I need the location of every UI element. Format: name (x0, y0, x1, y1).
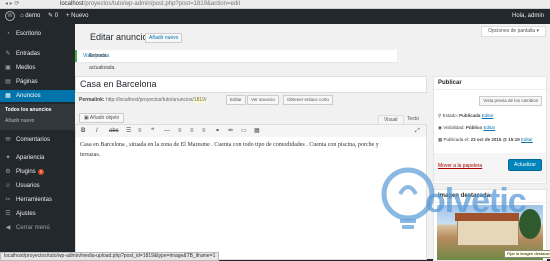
tools-icon: ✂ (5, 197, 11, 203)
status-edit-link[interactable]: Editar (482, 113, 494, 118)
align-center-icon[interactable]: ≡ (190, 125, 194, 137)
add-media-icon: ▣ (84, 115, 89, 121)
comments-icon: ✉ (5, 137, 11, 143)
site-name-link[interactable]: ⌂ demo (20, 9, 40, 24)
sidebar-item-escritorio[interactable]: ◔ Escritorio (0, 28, 75, 40)
preview-changes-button[interactable]: Vista previa de los cambios (479, 96, 542, 106)
visibility-row: ◉ Visibilidad: Público Editar (438, 125, 496, 130)
numbered-list-icon[interactable]: ≡ (138, 125, 142, 137)
appearance-icon: ✦ (5, 155, 11, 161)
sidebar-item-herramientas[interactable]: ✂ Herramientas (0, 194, 75, 206)
post-content-editor[interactable]: Casa en Barcelona , situada en la zona d… (75, 137, 427, 260)
new-content-link[interactable]: + Nuevo (66, 9, 89, 24)
calendar-icon: ▦ (438, 137, 443, 142)
add-new-button[interactable]: Añadir nuevo (145, 33, 183, 43)
insert-link-icon[interactable]: ⚭ (215, 125, 220, 137)
pushpin-icon: ✎ (5, 51, 11, 57)
main-content: Opciones de pantalla ▾ Editar anuncio Añ… (75, 24, 550, 261)
watermark-logo: olvetic (380, 164, 550, 241)
submenu-anadir-nuevo[interactable]: Añadir nuevo (5, 118, 34, 124)
permalink-row: Permalink: http://localhost/proyectos/tu… (79, 97, 207, 103)
sidebar-item-plugins[interactable]: ⚙ Plugins 3 (0, 166, 75, 178)
post-title-input[interactable]: Casa en Barcelona (75, 76, 427, 93)
blockquote-icon[interactable]: ❝ (151, 125, 154, 137)
sidebar-item-entradas[interactable]: ✎ Entradas (0, 48, 75, 60)
wordpress-logo-icon[interactable]: W (5, 9, 15, 24)
plugins-icon: ⚙ (5, 169, 11, 175)
user-greeting[interactable]: Hola, admin (512, 9, 544, 24)
browser-nav-icons[interactable]: ◂ ▸ ⟳ (5, 0, 19, 8)
dashboard-icon: ◔ (6, 31, 10, 37)
update-notice: Entrada actualizada. Vista previa (75, 50, 397, 71)
permalink-url[interactable]: http://localhost/proyectos/tuto/anuncios… (106, 97, 206, 103)
sidebar-item-medios[interactable]: ▣ Medios (0, 62, 75, 74)
fullscreen-icon[interactable]: ⤢ (415, 125, 420, 137)
remove-link-icon[interactable]: ⚮ (228, 125, 233, 137)
bullet-list-icon[interactable]: ☰ (126, 125, 131, 137)
collapse-icon: ◀ (5, 225, 11, 231)
media-icon: ▣ (5, 65, 11, 71)
comments-count-link[interactable]: ✎ 0 (48, 9, 58, 24)
strikethrough-icon[interactable]: abc (109, 125, 119, 137)
admin-sidebar: ◔ Escritorio ✎ Entradas ▣ Medios ▤ Páginas ▦… (0, 24, 75, 259)
sidebar-item-anuncios[interactable]: ▦ Anuncios (0, 90, 75, 102)
browser-url-bar: ◂ ▸ ⟳ localhost/proyectos/tuto/wp-admin/… (0, 0, 550, 9)
visibility-eye-icon: ◉ (438, 125, 442, 130)
set-featured-image-tooltip: Fijar la imagen destacada (504, 250, 550, 258)
page-title: Editar anuncio (90, 32, 148, 42)
sidebar-item-paginas[interactable]: ▤ Páginas (0, 76, 75, 88)
date-edit-link[interactable]: Editar (521, 137, 533, 142)
submenu-todos-los-anuncios[interactable]: Todos los anuncios (5, 107, 52, 113)
read-more-icon[interactable]: ▭ (241, 125, 247, 137)
sidebar-item-comentarios[interactable]: ✉ Comentarios (0, 134, 75, 146)
sidebar-item-ajustes[interactable]: ☰ Ajustes (0, 208, 75, 220)
status-row: ⚲ Estado: Publicada Editar (438, 113, 494, 118)
visibility-edit-link[interactable]: Editar (483, 125, 495, 130)
align-left-icon[interactable]: ≡ (178, 125, 182, 137)
watermark-text: olvetic (425, 182, 527, 220)
tab-text[interactable]: Texto (402, 115, 424, 124)
screen-options-button[interactable]: Opciones de pantalla ▾ (481, 26, 546, 37)
italic-icon[interactable]: I (96, 125, 98, 137)
admin-bar: W ⌂ demo ✎ 0 + Nuevo Hola, admin (0, 9, 550, 24)
browser-status-bar: localhost/proyectos/tuto/wp-admin/media-… (0, 252, 220, 261)
publish-box-title: Publicar (434, 77, 546, 90)
permalink-edit-button[interactable]: Editar (226, 95, 246, 105)
plugins-update-badge: 3 (37, 169, 44, 175)
status-pin-icon: ⚲ (438, 113, 442, 118)
sidebar-collapse-menu[interactable]: ◀ Cerrar menú (0, 222, 75, 234)
editor-toolbar: B I abc ☰ ≡ ❝ — ≡ ≡ ≡ ⚭ ⚮ ▭ ▦ ⤢ (75, 124, 427, 138)
align-right-icon[interactable]: ≡ (202, 125, 206, 137)
get-shortlink-button[interactable]: Obtener enlace corto (283, 95, 334, 105)
address-field[interactable]: localhost/proyectos/tuto/wp-admin/post.p… (60, 0, 240, 8)
sidebar-item-usuarios[interactable]: ☺ Usuarios (0, 180, 75, 192)
pages-icon: ▤ (5, 79, 11, 85)
published-date-row: ▦ Publicada el: 23 oct de 2015 @ 15:19 E… (438, 137, 533, 142)
portfolio-icon: ▦ (5, 93, 11, 99)
sidebar-item-apariencia[interactable]: ✦ Apariencia (0, 152, 75, 164)
view-post-button[interactable]: Ver anuncio (247, 95, 279, 105)
horizontal-line-icon[interactable]: — (164, 125, 170, 137)
bold-icon[interactable]: B (81, 125, 85, 137)
toolbar-toggle-icon[interactable]: ▦ (254, 125, 260, 137)
settings-icon: ☰ (5, 211, 11, 217)
users-icon: ☺ (4, 183, 12, 189)
anuncios-submenu: Todos los anuncios Añadir nuevo (0, 104, 75, 130)
add-media-button[interactable]: ▣ Añadir objeto (79, 113, 125, 123)
